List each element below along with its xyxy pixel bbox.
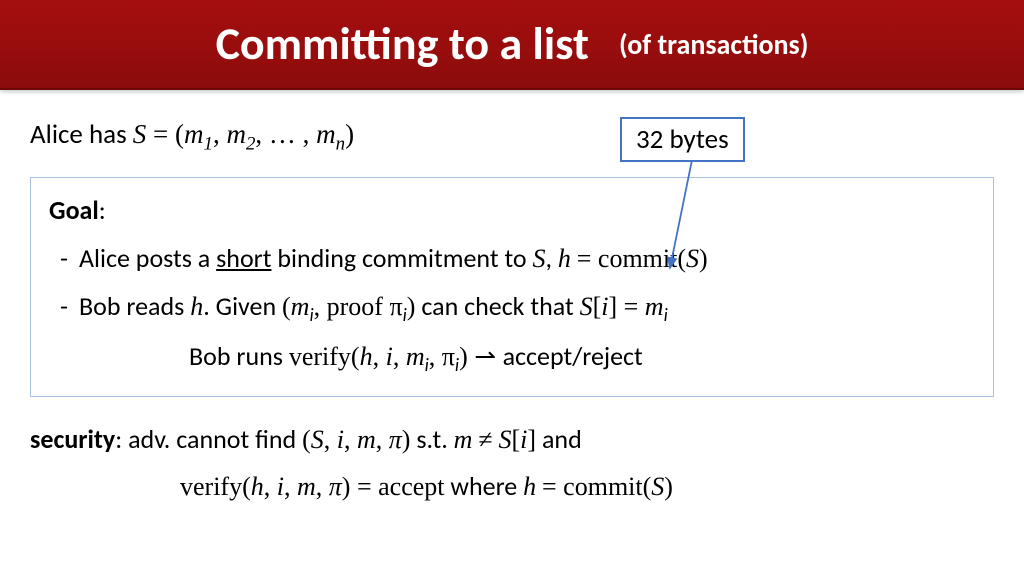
commit-eq2: h = commit(S) bbox=[523, 470, 673, 502]
bullet2-text: Bob reads h. Given (mi, proof πi) can ch… bbox=[79, 286, 975, 330]
verify-accept: verify(h, i, m, π) = accept bbox=[180, 470, 445, 502]
title-sub: (of transactions) bbox=[619, 27, 809, 62]
security-section: security: adv. cannot find (S, i, m, π) … bbox=[30, 417, 994, 509]
security-line2: verify(h, i, m, π) = accept where h = co… bbox=[180, 464, 994, 509]
slide-body: Alice has S = (m1, m2, … , mn) Goal: - A… bbox=[0, 90, 1024, 510]
bullet-dash: - bbox=[49, 286, 79, 330]
bullet-dash: - bbox=[49, 238, 79, 280]
bob-runs-line: Bob runs verify(h, i, mi, πi) ⇀ accept/r… bbox=[189, 336, 975, 380]
index-eq: S[i] = mi bbox=[580, 290, 668, 322]
bullet1-text: Alice posts a short binding commitment t… bbox=[79, 238, 975, 280]
title-main: Committing to a list bbox=[216, 16, 589, 72]
callout-label: 32 bytes bbox=[636, 123, 729, 156]
adv-tuple: (S, i, m, π) bbox=[302, 423, 410, 455]
goal-bullet-2: - Bob reads h. Given (mi, proof πi) can … bbox=[49, 286, 975, 330]
commit-eq: h = commit(S) bbox=[558, 242, 708, 274]
verify-call: verify(h, i, mi, πi) ⇀ bbox=[289, 340, 503, 372]
callout-32bytes: 32 bytes bbox=[620, 117, 745, 162]
alice-has-prefix: Alice has bbox=[30, 118, 133, 151]
alice-has-line: Alice has S = (m1, m2, … , mn) bbox=[30, 118, 994, 155]
goal-box: Goal: - Alice posts a short binding comm… bbox=[30, 177, 994, 397]
slide-header: Committing to a list (of transactions) bbox=[0, 0, 1024, 90]
alice-has-eq: S = (m1, m2, … , mn) bbox=[133, 119, 354, 149]
security-label: security bbox=[30, 423, 115, 455]
security-line1: security: adv. cannot find (S, i, m, π) … bbox=[30, 417, 994, 462]
goal-bullet-1: - Alice posts a short binding commitment… bbox=[49, 238, 975, 280]
neq-eq: m ≠ S[i] bbox=[454, 423, 536, 455]
proof-tuple: (mi, proof πi) bbox=[282, 290, 415, 322]
goal-title: Goal bbox=[49, 194, 99, 226]
